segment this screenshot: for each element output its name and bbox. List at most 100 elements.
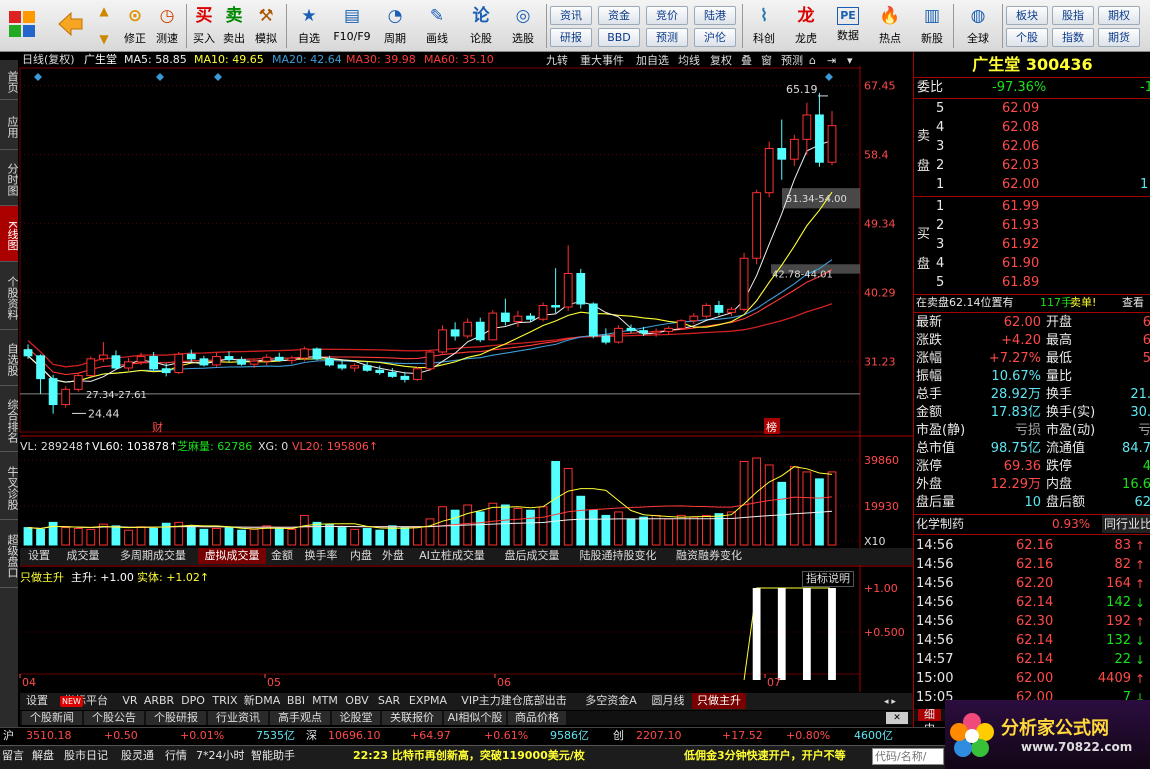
indicator-tab-5[interactable]: TRIX xyxy=(210,693,240,709)
news-tab-7[interactable]: AI相似个股 xyxy=(444,711,506,725)
industry-compare-tab[interactable]: 同行业比 xyxy=(1102,515,1150,533)
candle-body[interactable] xyxy=(475,321,485,341)
candle-body[interactable] xyxy=(601,335,611,343)
candle-body[interactable] xyxy=(362,365,372,371)
volume-bar[interactable] xyxy=(199,528,209,546)
candle-body[interactable] xyxy=(588,303,598,337)
toolbar-right-4[interactable]: ▥ 新股 xyxy=(913,3,951,49)
candle-body[interactable] xyxy=(676,320,686,329)
main-rise-bar[interactable] xyxy=(828,588,836,680)
main-rise-bar[interactable] xyxy=(777,588,786,680)
volume-bar[interactable] xyxy=(375,529,385,546)
close-news-icon[interactable]: ✕ xyxy=(886,712,908,724)
index-cy-name[interactable]: 创 xyxy=(613,728,624,744)
candle-body[interactable] xyxy=(777,147,787,160)
volume-bar[interactable] xyxy=(626,518,636,546)
volume-bar[interactable] xyxy=(312,521,322,546)
candle-body[interactable] xyxy=(325,358,334,366)
book-row[interactable]: 3 61.92 xyxy=(914,236,1150,254)
book-row[interactable]: 2 61.93 xyxy=(914,217,1150,235)
sector-button[interactable]: 板块 xyxy=(1006,6,1048,25)
candle-body[interactable] xyxy=(802,114,812,140)
candle-body[interactable] xyxy=(387,372,397,377)
event-marker-icon[interactable] xyxy=(156,73,164,81)
stock-button[interactable]: 个股 xyxy=(1006,28,1048,47)
volume-tab-9[interactable]: 盘后成交量 xyxy=(496,548,568,564)
candle-body[interactable] xyxy=(36,355,45,380)
main-rise-bar[interactable] xyxy=(752,588,761,680)
news-tab-5[interactable]: 论股堂 xyxy=(332,711,380,725)
status-news-ticker[interactable]: 22:23 比特币再创新高，突破119000美元/枚 xyxy=(353,748,585,764)
book-row[interactable]: 5 62.09 xyxy=(914,100,1150,118)
candle-body[interactable] xyxy=(337,364,347,369)
volume-bar[interactable] xyxy=(73,527,83,546)
book-row[interactable]: 3 62.06 xyxy=(914,138,1150,156)
candle-body[interactable] xyxy=(639,330,648,334)
indicator-tab-2[interactable]: VR xyxy=(120,693,140,709)
index-sz-name[interactable]: 深 xyxy=(306,728,317,744)
candle-body[interactable] xyxy=(136,356,146,363)
indicator-tab-13[interactable]: 多空资金A xyxy=(578,693,644,709)
candle-body[interactable] xyxy=(752,192,762,259)
candle-body[interactable] xyxy=(526,315,535,320)
volume-bar[interactable] xyxy=(36,528,45,546)
volume-bar[interactable] xyxy=(526,509,535,546)
volume-bar[interactable] xyxy=(689,516,699,546)
status-ad[interactable]: 低佣金3分钟快速开户，开户不等 xyxy=(684,748,870,764)
indicator-tab-6[interactable]: 新DMA xyxy=(242,693,282,709)
order-alert-row[interactable]: 在卖盘62.14位置有 117手 卖单! 查看 xyxy=(914,295,1150,311)
volume-bar[interactable] xyxy=(827,471,837,546)
tab-detail[interactable]: 细 xyxy=(918,709,941,721)
volume-bar[interactable] xyxy=(249,528,259,546)
book-row[interactable]: 4 62.08 xyxy=(914,119,1150,137)
index-button[interactable]: 指数 xyxy=(1052,28,1094,47)
volume-tab-7[interactable]: 外盘 xyxy=(378,548,408,564)
volume-tab-4[interactable]: 金额 xyxy=(268,548,296,564)
volume-bar[interactable] xyxy=(212,527,221,546)
indicator-tab-15[interactable]: 只做主升 xyxy=(692,693,746,709)
candle-body[interactable] xyxy=(689,315,699,322)
volume-bar[interactable] xyxy=(802,471,812,546)
volume-bar[interactable] xyxy=(48,521,58,546)
status-assistant[interactable]: 智能助手 xyxy=(251,748,295,764)
candle-body[interactable] xyxy=(664,327,674,332)
candle-body[interactable] xyxy=(413,368,422,380)
volume-bar[interactable] xyxy=(651,514,661,546)
volume-bar[interactable] xyxy=(676,514,686,546)
book-row[interactable]: 2 62.03 xyxy=(914,157,1150,175)
code-search-input[interactable] xyxy=(872,748,944,765)
candle-body[interactable] xyxy=(513,315,523,322)
status-message[interactable]: 留言 xyxy=(2,748,24,764)
status-diary[interactable]: 股市日记 xyxy=(64,748,108,764)
volume-bar[interactable] xyxy=(274,527,284,546)
indicator-tab-9[interactable]: OBV xyxy=(342,693,372,709)
candle-body[interactable] xyxy=(249,360,259,365)
candle-body[interactable] xyxy=(73,375,83,390)
indicator-tab-4[interactable]: DPO xyxy=(178,693,208,709)
volume-bar[interactable] xyxy=(701,514,711,546)
indicator-tab-3[interactable]: ARBR xyxy=(142,693,176,709)
candle-body[interactable] xyxy=(714,304,724,313)
candle-body[interactable] xyxy=(299,348,309,359)
volume-bar[interactable] xyxy=(450,509,460,546)
book-row[interactable]: 4 61.90 xyxy=(914,255,1150,273)
news-tab-6[interactable]: 关联报价 xyxy=(382,711,442,725)
volume-bar[interactable] xyxy=(61,527,71,546)
candle-body[interactable] xyxy=(614,327,623,343)
event-marker-icon[interactable] xyxy=(214,73,222,81)
indicator-tab-12[interactable]: VIP主力建仓底部出击 xyxy=(452,693,576,709)
volume-bar[interactable] xyxy=(727,511,736,546)
volume-bar[interactable] xyxy=(287,528,297,546)
book-row[interactable]: 1 61.99 xyxy=(914,198,1150,216)
candle-body[interactable] xyxy=(400,375,410,380)
candle-body[interactable] xyxy=(827,125,837,163)
candle-body[interactable] xyxy=(111,355,121,369)
candle-body[interactable] xyxy=(274,356,284,361)
candle-body[interactable] xyxy=(789,138,799,160)
candle-body[interactable] xyxy=(563,272,573,308)
candle-body[interactable] xyxy=(23,349,33,357)
candle-body[interactable] xyxy=(212,356,221,366)
indicator-tab-10[interactable]: SAR xyxy=(374,693,404,709)
volume-bar[interactable] xyxy=(764,464,774,546)
indicator-tab-8[interactable]: MTM xyxy=(310,693,340,709)
